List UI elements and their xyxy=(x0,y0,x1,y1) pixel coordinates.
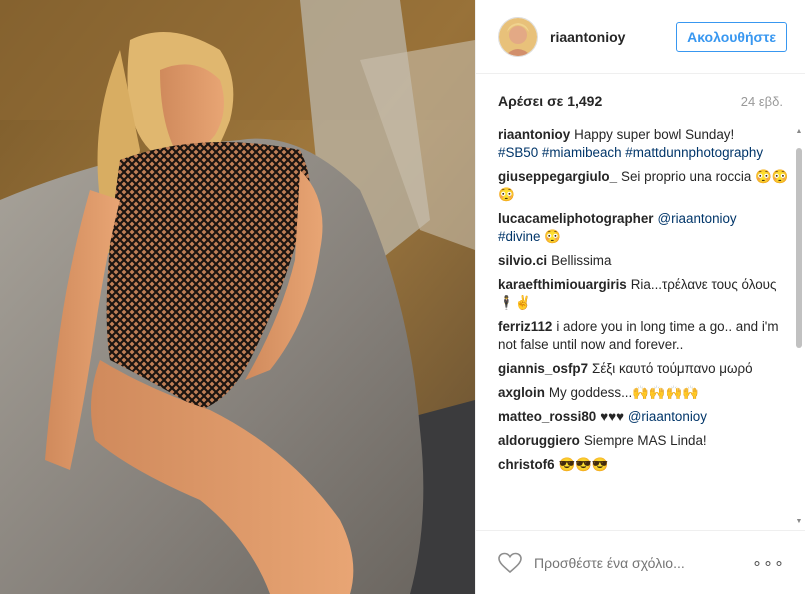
comment-username[interactable]: giuseppegargiulo_ xyxy=(498,169,617,184)
comment-hashtags[interactable]: #divine 😳 xyxy=(498,229,561,244)
scroll-up-arrow-icon[interactable]: ▲ xyxy=(795,128,803,136)
comment-username[interactable]: karaefthimiouargiris xyxy=(498,277,627,292)
comment-username[interactable]: aldoruggiero xyxy=(498,433,580,448)
comment-item: giuseppegargiulo_ Sei proprio una roccia … xyxy=(498,168,791,204)
more-options-icon[interactable]: ∘∘∘ xyxy=(752,553,785,573)
comment-text: Σέξι καυτό τούμπανο μωρό xyxy=(592,361,753,376)
comment-username[interactable]: christof6 xyxy=(498,457,555,472)
comment-mention[interactable]: @riaantonioy xyxy=(628,409,707,424)
scroll-thumb[interactable] xyxy=(796,148,802,348)
comment-item: karaefthimiouargiris Ria...τρέλανε τους ό… xyxy=(498,276,791,312)
post-details-panel: riaantonioy Ακολουθήστε Αρέσει σε 1,492 … xyxy=(475,0,805,594)
comment-text: Bellissima xyxy=(551,253,612,268)
comment-username[interactable]: silvio.ci xyxy=(498,253,547,268)
follow-button[interactable]: Ακολουθήστε xyxy=(676,21,787,52)
post-dialog: riaantonioy Ακολουθήστε Αρέσει σε 1,492 … xyxy=(0,0,805,594)
comments-scrollbar[interactable]: ▲ ▼ xyxy=(795,128,803,526)
comment-text: 😎😎😎 xyxy=(558,457,609,472)
comment-text: My goddess...🙌🙌🙌🙌 xyxy=(548,385,699,400)
comment-item: matteo_rossi80 ♥♥♥ @riaantonioy xyxy=(498,408,791,426)
comment-username[interactable]: matteo_rossi80 xyxy=(498,409,596,424)
comment-text: Siempre MAS Linda! xyxy=(583,433,707,448)
comment-item: giannis_osfp7 Σέξι καυτό τούμπανο μωρό xyxy=(498,360,791,378)
likes-count[interactable]: Αρέσει σε 1,492 xyxy=(498,93,602,109)
comment-caption: riaantonioy Happy super bowl Sunday! #SB5… xyxy=(498,126,791,162)
comment-username[interactable]: riaantonioy xyxy=(498,127,570,142)
likes-row: Αρέσει σε 1,492 24 εβδ. xyxy=(476,74,805,128)
comment-item: christof6 😎😎😎 xyxy=(498,456,791,474)
comment-hashtags[interactable]: #SB50 #miamibeach #mattdunnphotography xyxy=(498,145,763,160)
post-photo-image xyxy=(0,0,475,594)
comment-item: silvio.ci Bellissima xyxy=(498,252,791,270)
avatar-image xyxy=(499,17,537,56)
post-photo[interactable] xyxy=(0,0,475,594)
scroll-down-arrow-icon[interactable]: ▼ xyxy=(795,518,803,526)
comment-item: ferriz112 i adore you in long time a go..… xyxy=(498,318,791,354)
comment-text: Happy super bowl Sunday! xyxy=(574,127,735,142)
comment-item: axgloin My goddess...🙌🙌🙌🙌 xyxy=(498,384,791,402)
post-timestamp[interactable]: 24 εβδ. xyxy=(741,94,783,109)
post-footer: ∘∘∘ xyxy=(476,530,805,594)
heart-icon[interactable] xyxy=(498,552,522,574)
comment-item: lucacameliphotographer @riaantonioy #divi… xyxy=(498,210,791,246)
comment-username[interactable]: axgloin xyxy=(498,385,545,400)
comment-username[interactable]: ferriz112 xyxy=(498,319,552,334)
header-username[interactable]: riaantonioy xyxy=(550,29,676,45)
comment-mention[interactable]: @riaantonioy xyxy=(658,211,737,226)
comment-username[interactable]: giannis_osfp7 xyxy=(498,361,588,376)
post-header: riaantonioy Ακολουθήστε xyxy=(476,0,805,74)
comment-username[interactable]: lucacameliphotographer xyxy=(498,211,654,226)
comments-list[interactable]: riaantonioy Happy super bowl Sunday! #SB5… xyxy=(498,126,791,528)
add-comment-input[interactable] xyxy=(532,553,752,572)
avatar[interactable] xyxy=(498,16,538,57)
comment-item: aldoruggiero Siempre MAS Linda! xyxy=(498,432,791,450)
comment-text: ♥♥♥ xyxy=(600,409,625,424)
